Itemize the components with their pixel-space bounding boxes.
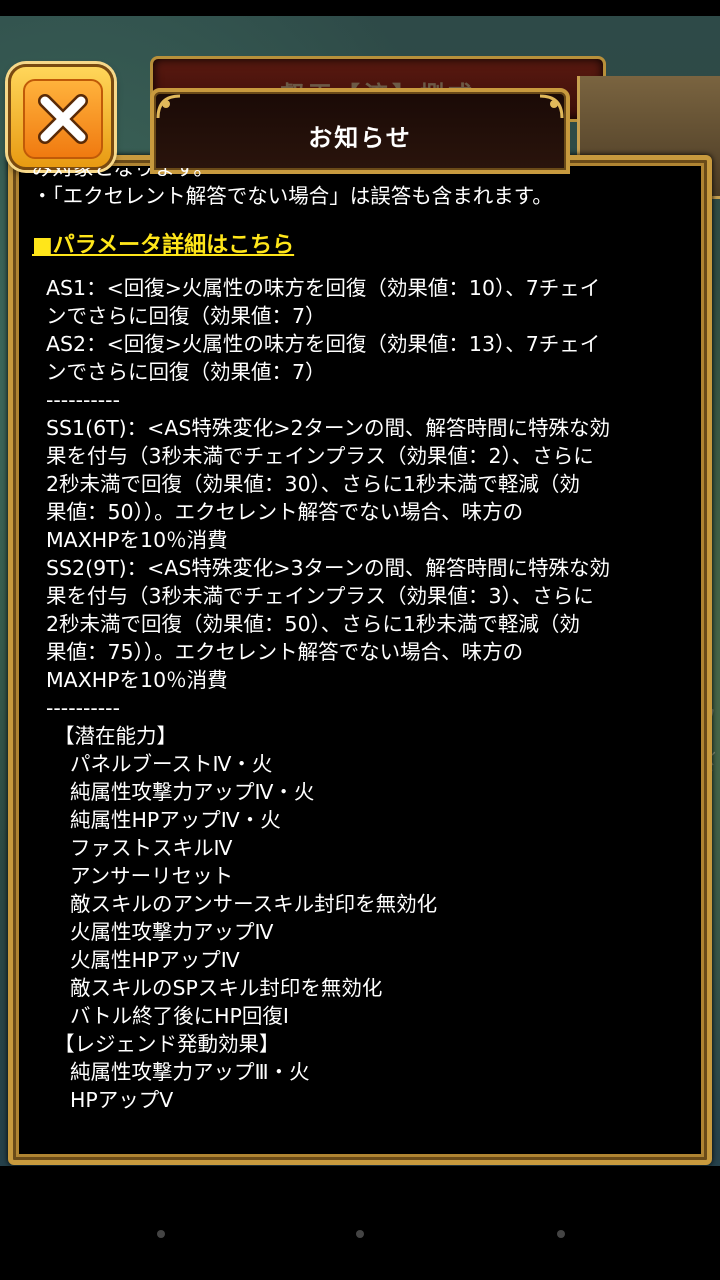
param-line: SS1(6T)：<AS特殊変化>2ターンの間、解答時間に特殊な効 [46, 416, 611, 440]
param-line: MAXHPを10％消費 [46, 528, 228, 552]
latent-ability-item: アンサーリセット [70, 864, 234, 888]
param-line: SS2(9T)：<AS特殊変化>3ターンの間、解答時間に特殊な効 [46, 556, 611, 580]
parameter-details-link[interactable]: ■パラメータ詳細はこちら [32, 232, 294, 260]
param-divider: ---------- [46, 388, 120, 412]
param-divider: ---------- [46, 696, 120, 720]
param-line: 2秒未満で回復（効果値：30）、さらに1秒未満で軽減（効 [46, 472, 580, 496]
param-line: ンでさらに回復（効果値：7） [46, 360, 326, 384]
param-line: 果値：75））。エクセレント解答でない場合、味方の [46, 640, 524, 664]
param-line: 果を付与（3秒未満でチェインプラス（効果値：3）、さらに [46, 584, 594, 608]
latent-ability-item: 火属性攻撃力アップⅣ [70, 920, 274, 944]
status-bar [0, 0, 720, 16]
latent-ability-item: パネルブーストⅣ・火 [70, 752, 273, 776]
latent-ability-item: 敵スキルのアンサースキル封印を無効化 [70, 892, 438, 916]
legend-effect-item: 純属性攻撃力アップⅢ・火 [70, 1060, 310, 1084]
ornament-icon [156, 94, 181, 119]
close-button[interactable] [8, 64, 114, 170]
nav-home-button[interactable] [356, 1230, 364, 1238]
navigation-bar [0, 1166, 720, 1280]
param-line: ンでさらに回復（効果値：7） [46, 304, 326, 328]
latent-ability-item: 火属性HPアップⅣ [70, 948, 240, 972]
game-screen: 叡王【流】捌式 ワールドー お知らせ み対象となります。 ・「エクセレント解答で… [0, 0, 720, 1280]
latent-ability-item: ファストスキルⅣ [70, 836, 233, 860]
parameter-block: AS1：<回復>火属性の味方を回復（効果値：10）、7チェイ ンでさらに回復（効… [32, 274, 692, 1114]
latent-abilities-heading: 【潜在能力】 [54, 724, 177, 748]
notice-text-line: ・「エクセレント解答でない場合」は誤答も含まれます。 [32, 184, 553, 208]
latent-ability-item: 敵スキルのSPスキル封印を無効化 [70, 976, 383, 1000]
param-line: 2秒未満で回復（効果値：50）、さらに1秒未満で軽減（効 [46, 612, 580, 636]
latent-ability-item: 純属性HPアップⅣ・火 [70, 808, 281, 832]
notice-text-line: み対象となります。 [32, 168, 214, 180]
notice-content[interactable]: み対象となります。 ・「エクセレント解答でない場合」は誤答も含まれます。 ■パラ… [32, 168, 692, 1140]
legend-effect-item: HPアップⅤ [70, 1088, 174, 1112]
latent-ability-item: バトル終了後にHP回復Ⅰ [70, 1004, 289, 1028]
ornament-icon [539, 94, 564, 119]
param-line: 果を付与（3秒未満でチェインプラス（効果値：2）、さらに [46, 444, 594, 468]
notice-dialog-title: お知らせ [308, 124, 412, 152]
param-line: MAXHPを10％消費 [46, 668, 228, 692]
param-line: AS1：<回復>火属性の味方を回復（効果値：10）、7チェイ [46, 276, 601, 300]
nav-back-button[interactable] [157, 1230, 165, 1238]
latent-ability-item: 純属性攻撃力アップⅣ・火 [70, 780, 315, 804]
close-x-icon [38, 94, 88, 144]
notice-dialog-title-plate: お知らせ [150, 88, 570, 174]
param-line: 果値：50））。エクセレント解答でない場合、味方の [46, 500, 524, 524]
nav-recents-button[interactable] [557, 1230, 565, 1238]
legend-effects-heading: 【レジェンド発動効果】 [54, 1032, 280, 1056]
param-line: AS2：<回復>火属性の味方を回復（効果値：13）、7チェイ [46, 332, 601, 356]
close-button-face [23, 79, 103, 159]
